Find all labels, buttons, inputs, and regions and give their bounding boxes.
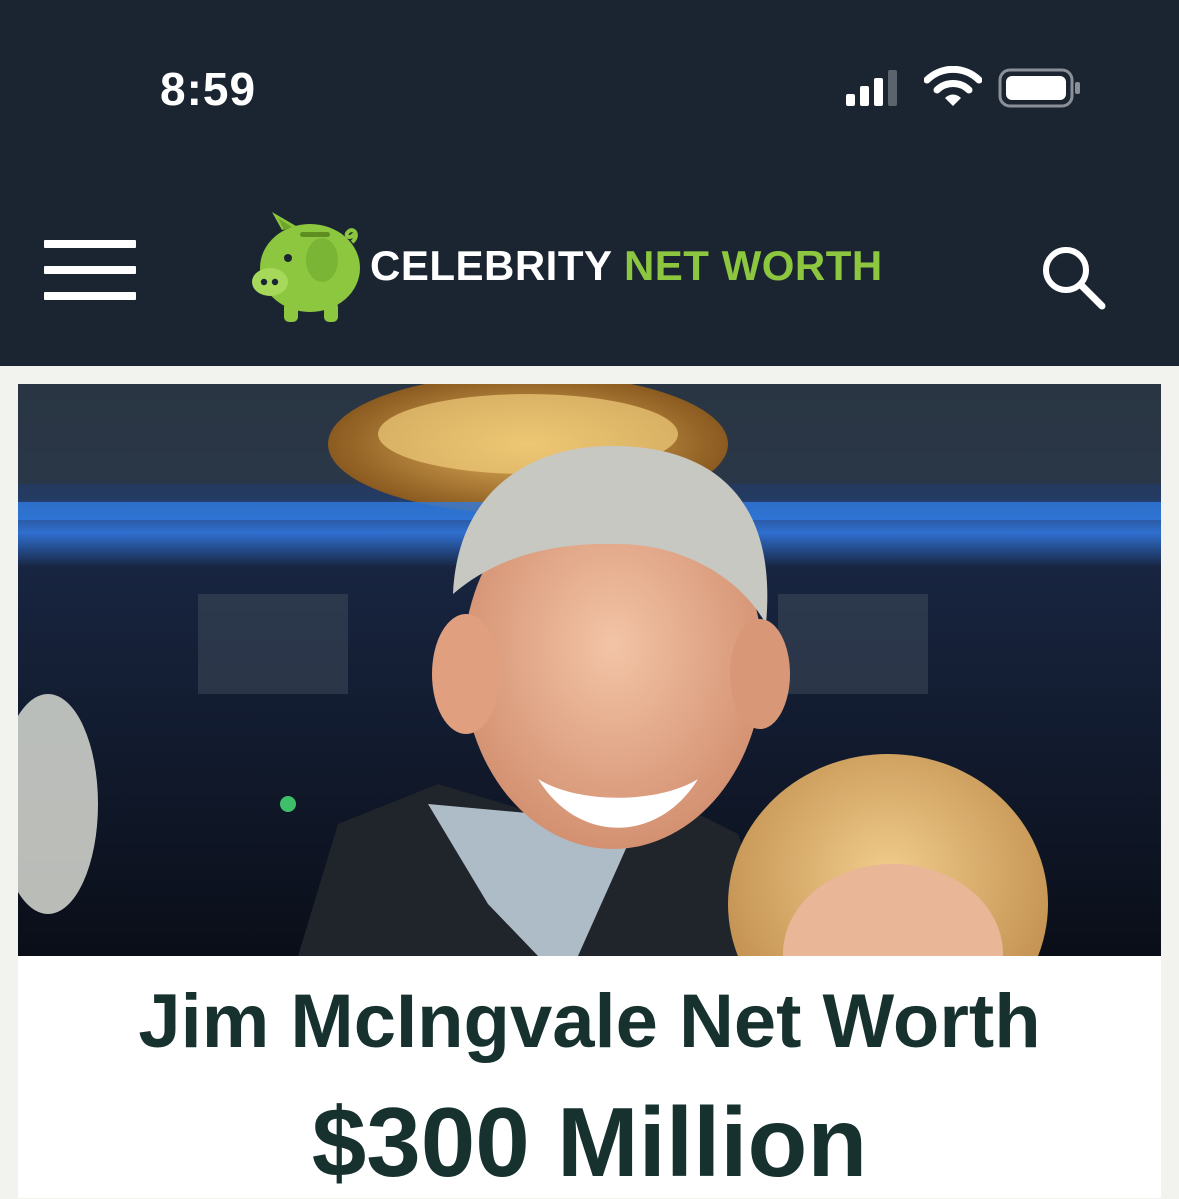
- wifi-icon: [924, 66, 982, 106]
- status-time: 8:59: [160, 63, 257, 115]
- status-bar: 8:59: [0, 0, 1179, 180]
- logo-word-worth: WORTH: [721, 242, 883, 289]
- search-icon[interactable]: [1040, 244, 1106, 310]
- net-worth-amount: $300 Million: [311, 1087, 868, 1197]
- logo-word-celebrity: CELEBRITY: [370, 242, 612, 289]
- site-logo[interactable]: CELEBRITY NET WORTH: [248, 202, 948, 332]
- piggy-bank-icon: [252, 212, 360, 322]
- hamburger-menu-icon[interactable]: [44, 240, 136, 300]
- logo-wordmark: CELEBRITY NET WORTH: [370, 242, 883, 290]
- site-header: CELEBRITY NET WORTH: [0, 180, 1179, 366]
- top-bar: 8:59 CELEBRITY NET WORTH: [0, 0, 1179, 366]
- battery-icon: [998, 68, 1080, 108]
- photo-jim-mcingvale-and-woman: [18, 384, 1161, 956]
- article-title: Jim McIngvale Net Worth: [138, 979, 1041, 1064]
- signal-icon: [846, 70, 897, 106]
- logo-word-net: NET: [623, 242, 710, 289]
- hero-photo: [18, 384, 1161, 956]
- net-worth-card: Jim McIngvale Net Worth $300 Million: [18, 956, 1161, 1198]
